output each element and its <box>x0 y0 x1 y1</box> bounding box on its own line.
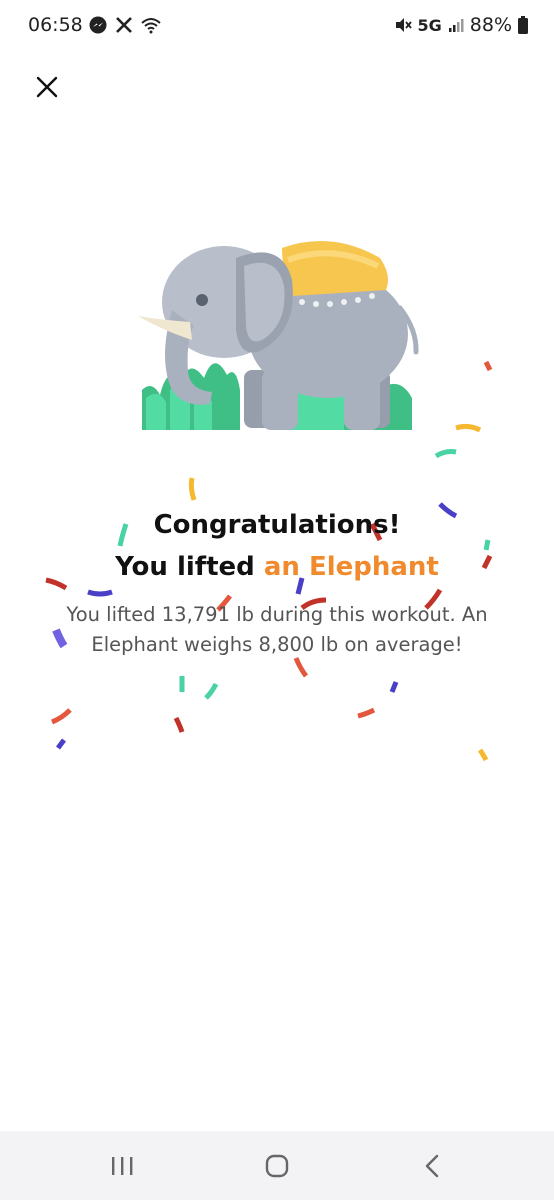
home-icon <box>265 1154 289 1178</box>
home-button[interactable] <box>257 1149 297 1183</box>
confetti-piece <box>56 738 66 750</box>
back-button[interactable] <box>412 1149 452 1183</box>
recents-icon <box>112 1157 133 1175</box>
status-bar: 06:58 5G 88% <box>0 0 554 52</box>
confetti-piece <box>483 360 493 372</box>
system-navigation-bar <box>0 1131 554 1200</box>
battery-percent: 88% <box>469 14 512 36</box>
title-line-1: Congratulations! <box>153 510 401 540</box>
close-icon <box>36 76 58 98</box>
confetti-piece <box>357 707 376 719</box>
status-notification-icons <box>88 15 162 35</box>
confetti-piece <box>455 423 482 433</box>
close-button[interactable] <box>30 70 64 104</box>
title-accent: an Elephant <box>263 552 439 582</box>
x-icon <box>116 17 132 33</box>
confetti-piece <box>204 682 219 700</box>
status-system-icons: 5G 88% <box>394 14 528 36</box>
confetti-piece <box>477 748 489 762</box>
confetti-piece <box>389 681 399 693</box>
back-icon <box>425 1154 439 1178</box>
confetti-piece <box>188 477 197 501</box>
battery-icon <box>518 16 528 34</box>
messenger-icon <box>89 16 107 34</box>
confetti-piece <box>87 589 113 597</box>
title-prefix: You lifted <box>115 552 264 582</box>
elephant-icon <box>138 240 419 430</box>
recents-button[interactable] <box>102 1149 142 1183</box>
wifi-icon <box>141 18 161 34</box>
achievement-message: You lifted 13,791 lb during this workout… <box>66 603 488 656</box>
confetti-piece <box>293 657 309 678</box>
confetti-piece <box>173 716 185 733</box>
congratulations-title: Congratulations! You lifted an Elephant <box>0 504 554 588</box>
mute-icon <box>395 18 412 32</box>
confetti-piece <box>51 708 72 725</box>
signal-icon <box>448 19 464 32</box>
status-time: 06:58 <box>28 14 83 36</box>
network-type: 5G <box>417 15 442 35</box>
title-line-2: You lifted an Elephant <box>0 546 554 588</box>
confetti-piece <box>434 449 457 459</box>
